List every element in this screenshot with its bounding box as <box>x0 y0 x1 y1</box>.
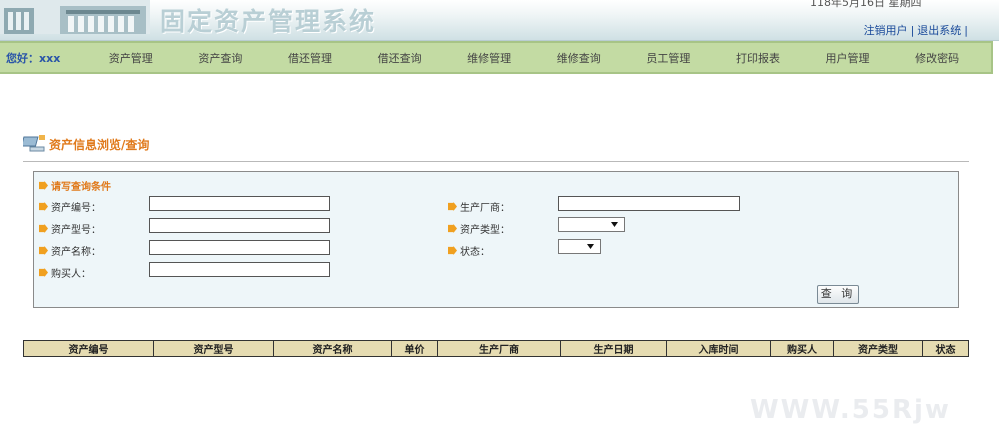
nav-borrow-management[interactable]: 借还管理 <box>265 50 355 66</box>
maker-input[interactable] <box>558 196 740 211</box>
nav-user-management[interactable]: 用户管理 <box>803 50 893 66</box>
asset-type-select[interactable] <box>558 217 625 232</box>
col-production-date: 生产日期 <box>560 340 667 357</box>
col-asset-no: 资产编号 <box>23 340 154 357</box>
nav-asset-query[interactable]: 资产查询 <box>176 50 266 66</box>
building-logo-icon <box>0 0 150 34</box>
search-heading-text: 请写查询条件 <box>51 182 111 193</box>
buyer-input[interactable] <box>149 262 330 277</box>
computer-icon <box>23 135 45 152</box>
col-asset-type: 资产类型 <box>833 340 923 357</box>
col-maker: 生产厂商 <box>437 340 561 357</box>
nav-repair-management[interactable]: 维修管理 <box>444 50 534 66</box>
arrow-right-icon <box>39 202 48 211</box>
link-separator: | <box>910 24 915 37</box>
link-separator: | <box>964 24 968 37</box>
status-label: 状态： <box>448 243 490 258</box>
asset-name-label-text: 资产名称： <box>51 247 101 258</box>
exit-system-link[interactable]: 退出系统 <box>917 24 961 37</box>
section-title: 资产信息浏览/查询 <box>23 131 149 153</box>
status-label-text: 状态： <box>460 247 490 258</box>
nav-print-report[interactable]: 打印报表 <box>713 50 803 66</box>
nav-staff-management[interactable]: 员工管理 <box>624 50 714 66</box>
col-status: 状态 <box>922 340 969 357</box>
arrow-right-icon <box>448 246 457 255</box>
arrow-right-icon <box>39 268 48 277</box>
header-banner: 固定资产管理系统 118年5月16日 星期四 注销用户 | 退出系统 | <box>0 0 999 41</box>
asset-no-label-text: 资产编号： <box>51 203 101 214</box>
arrow-right-icon <box>448 224 457 233</box>
query-button[interactable]: 查 询 <box>817 285 859 304</box>
asset-model-label-text: 资产型号： <box>51 225 101 236</box>
results-table: 资产编号 资产型号 资产名称 单价 生产厂商 生产日期 入库时间 购买人 资产类… <box>23 340 969 357</box>
status-select[interactable] <box>558 239 601 254</box>
table-header-row: 资产编号 资产型号 资产名称 单价 生产厂商 生产日期 入库时间 购买人 资产类… <box>23 340 969 357</box>
buyer-label: 购买人： <box>39 265 91 280</box>
nav-borrow-query[interactable]: 借还查询 <box>355 50 445 66</box>
asset-type-label-text: 资产类型： <box>460 225 510 236</box>
asset-name-input[interactable] <box>149 240 330 255</box>
search-panel: 请写查询条件 资产编号： 资产型号： 资产名称： 购买人： 生产厂商： 资产类型… <box>33 171 959 308</box>
logout-user-link[interactable]: 注销用户 <box>864 24 908 37</box>
section-title-text: 资产信息浏览/查询 <box>49 138 150 152</box>
asset-model-input[interactable] <box>149 218 330 233</box>
asset-name-label: 资产名称： <box>39 243 101 258</box>
search-heading: 请写查询条件 <box>39 178 111 193</box>
arrow-right-icon <box>448 202 457 211</box>
chevron-down-icon <box>587 244 594 249</box>
col-stock-in-time: 入库时间 <box>666 340 771 357</box>
user-links: 注销用户 | 退出系统 | <box>864 22 971 38</box>
chevron-down-icon <box>611 222 618 227</box>
app-title: 固定资产管理系统 <box>160 7 377 36</box>
arrow-right-icon <box>39 181 48 190</box>
title-divider <box>23 161 969 162</box>
maker-label-text: 生产厂商： <box>460 203 510 214</box>
col-asset-name: 资产名称 <box>273 340 392 357</box>
nav-asset-management[interactable]: 资产管理 <box>86 50 176 66</box>
asset-no-input[interactable] <box>149 196 330 211</box>
main-nav: 您好：xxx 资产管理 资产查询 借还管理 借还查询 维修管理 维修查询 员工管… <box>0 41 993 74</box>
nav-repair-query[interactable]: 维修查询 <box>534 50 624 66</box>
asset-type-label: 资产类型： <box>448 221 510 236</box>
buyer-label-text: 购买人： <box>51 269 91 280</box>
arrow-right-icon <box>39 224 48 233</box>
greeting: 您好：xxx <box>6 51 61 65</box>
watermark: WWW.55Rjw <box>750 395 951 425</box>
col-buyer: 购买人 <box>770 340 834 357</box>
date-display: 118年5月16日 星期四 <box>810 0 922 9</box>
nav-change-password[interactable]: 修改密码 <box>892 50 982 66</box>
arrow-right-icon <box>39 246 48 255</box>
asset-model-label: 资产型号： <box>39 221 101 236</box>
asset-no-label: 资产编号： <box>39 199 101 214</box>
maker-label: 生产厂商： <box>448 199 510 214</box>
col-unit-price: 单价 <box>391 340 438 357</box>
col-asset-model: 资产型号 <box>153 340 274 357</box>
